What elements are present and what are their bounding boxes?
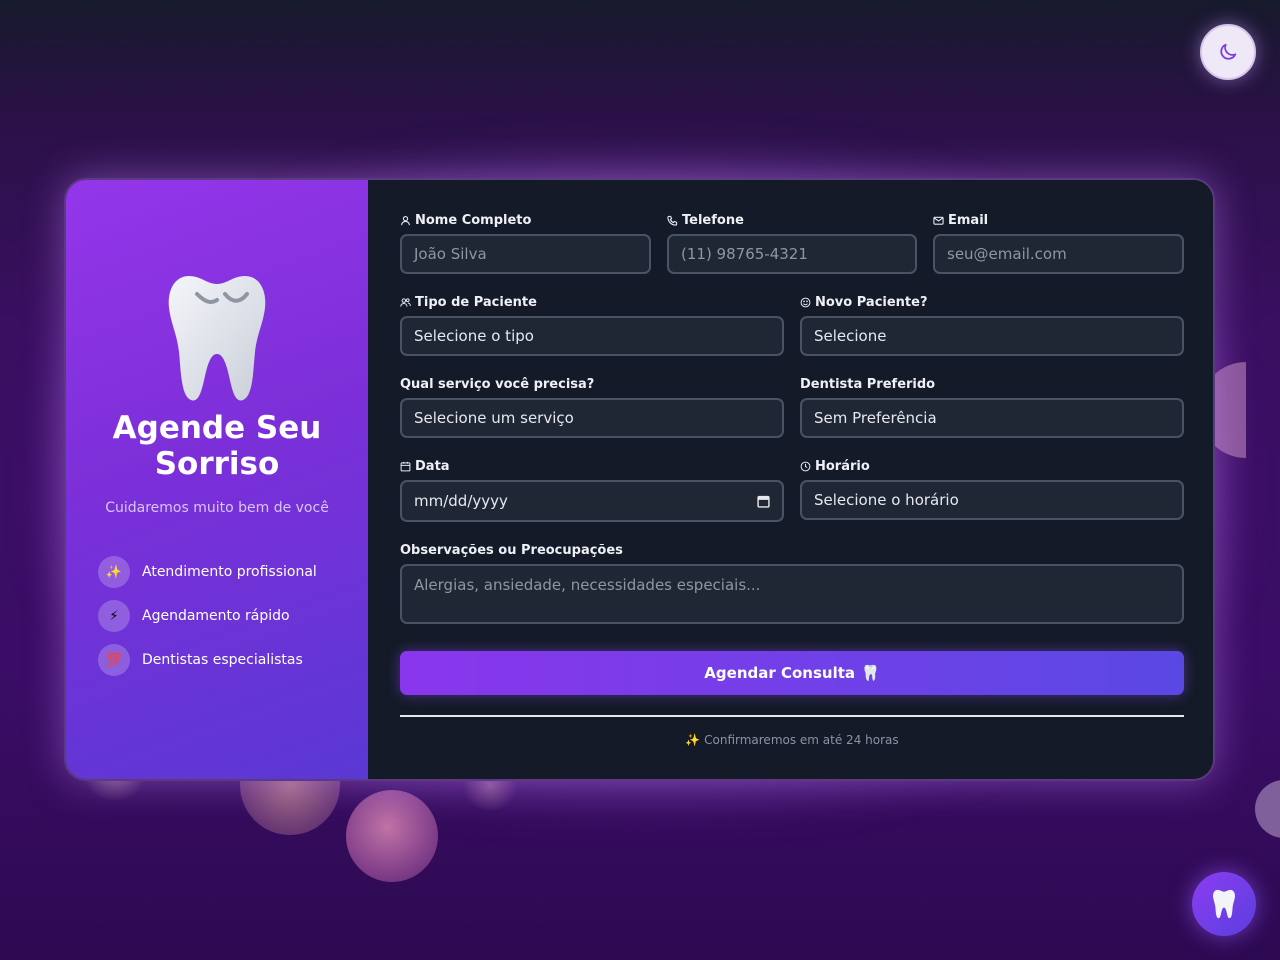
tooth-icon bbox=[168, 276, 266, 401]
feature-list: ✨ Atendimento profissional ⚡ Agendamento… bbox=[98, 550, 317, 682]
brand-subtitle: Cuidaremos muito bem de você bbox=[105, 500, 329, 516]
moon-icon bbox=[1220, 43, 1237, 60]
submit-label: Agendar Consulta bbox=[704, 664, 856, 682]
notes-textarea[interactable]: Alergias, ansiedade, necessidades especi… bbox=[400, 564, 1184, 624]
theme-toggle-button[interactable] bbox=[1200, 24, 1256, 80]
divider bbox=[400, 715, 1184, 717]
new-patient-label: Novo Paciente? bbox=[800, 295, 928, 310]
email-label: Email bbox=[933, 213, 988, 228]
phone-label: Telefone bbox=[667, 213, 744, 228]
feature-item: ✨ Atendimento profissional bbox=[98, 550, 317, 594]
service-label: Qual serviço você precisa? bbox=[400, 377, 595, 392]
feature-label: Dentistas especialistas bbox=[142, 652, 303, 668]
feature-item: 💯 Dentistas especialistas bbox=[98, 638, 317, 682]
floating-tooth-button[interactable] bbox=[1192, 872, 1256, 936]
notes-label: Observações ou Preocupações bbox=[400, 543, 623, 558]
dentist-label: Dentista Preferido bbox=[800, 377, 936, 392]
brand-panel: Agende Seu Sorriso Cuidaremos muito bem … bbox=[66, 180, 368, 779]
new-patient-select[interactable]: Selecione bbox=[800, 316, 1184, 356]
feature-label: Atendimento profissional bbox=[142, 564, 317, 580]
name-input[interactable]: João Silva bbox=[400, 234, 651, 274]
date-placeholder: mm/dd/yyyy bbox=[414, 492, 508, 510]
confirmation-note: ✨ Confirmaremos em até 24 horas bbox=[685, 733, 899, 747]
appointment-card: Agende Seu Sorriso Cuidaremos muito bem … bbox=[64, 178, 1215, 781]
feature-label: Agendamento rápido bbox=[142, 608, 290, 624]
date-input[interactable]: mm/dd/yyyy bbox=[400, 480, 784, 522]
lightning-icon: ⚡ bbox=[98, 600, 130, 632]
time-select[interactable]: Selecione o horário bbox=[800, 480, 1184, 520]
mail-icon bbox=[933, 216, 944, 225]
feature-item: ⚡ Agendamento rápido bbox=[98, 594, 317, 638]
clock-icon bbox=[800, 461, 811, 472]
calendar-icon bbox=[400, 461, 411, 472]
decorative-bubble bbox=[1255, 780, 1280, 838]
sparkles-icon: ✨ bbox=[98, 556, 130, 588]
phone-icon bbox=[667, 215, 678, 226]
phone-input[interactable]: (11) 98765-4321 bbox=[667, 234, 917, 274]
name-label: Nome Completo bbox=[400, 213, 531, 228]
user-icon bbox=[401, 216, 410, 226]
patient-type-label: Tipo de Paciente bbox=[400, 295, 537, 310]
tooth-icon bbox=[1213, 889, 1235, 919]
email-input[interactable]: seu@email.com bbox=[933, 234, 1184, 274]
time-label: Horário bbox=[800, 459, 870, 474]
date-label: Data bbox=[400, 459, 450, 474]
form-panel: Nome Completo João Silva Telefone (11) 9… bbox=[368, 180, 1213, 779]
smile-icon bbox=[800, 297, 811, 308]
hundred-points-icon: 💯 bbox=[98, 644, 130, 676]
tooth-icon: 🦷 bbox=[861, 664, 880, 682]
patient-type-select[interactable]: Selecione o tipo bbox=[400, 316, 784, 356]
decorative-bubble bbox=[346, 790, 438, 882]
submit-button[interactable]: Agendar Consulta 🦷 bbox=[400, 651, 1184, 695]
service-select[interactable]: Selecione um serviço bbox=[400, 398, 784, 438]
brand-title: Agende Seu Sorriso bbox=[112, 410, 322, 482]
users-icon bbox=[400, 298, 411, 307]
calendar-picker-icon[interactable] bbox=[757, 495, 770, 508]
dentist-select[interactable]: Sem Preferência bbox=[800, 398, 1184, 438]
